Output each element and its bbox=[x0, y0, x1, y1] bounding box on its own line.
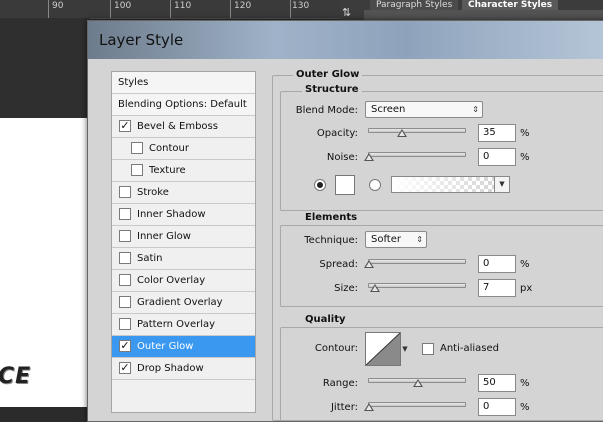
spread-slider[interactable] bbox=[368, 259, 466, 264]
size-slider[interactable] bbox=[368, 283, 466, 288]
noise-slider-thumb[interactable] bbox=[364, 153, 374, 161]
style-item-color-overlay[interactable]: Color Overlay bbox=[112, 270, 255, 292]
contour-label: Contour: bbox=[314, 343, 358, 354]
blend-mode-select[interactable]: Screen ⇕ bbox=[365, 101, 483, 118]
blend-mode-label: Blend Mode: bbox=[295, 105, 358, 116]
opacity-slider-thumb[interactable] bbox=[397, 129, 407, 137]
contour-curve-icon bbox=[366, 333, 400, 365]
styles-header[interactable]: Styles bbox=[112, 72, 255, 94]
styles-list: Styles Blending Options: Default ✓ Bevel… bbox=[111, 71, 256, 413]
size-input[interactable]: 7 bbox=[478, 279, 516, 297]
chevron-down-icon[interactable]: ▼ bbox=[494, 177, 509, 192]
tab-character-styles[interactable]: Character Styles bbox=[462, 0, 559, 10]
ruler-mark: 130 bbox=[292, 1, 310, 11]
solid-color-radio[interactable] bbox=[314, 179, 326, 191]
style-item-contour[interactable]: Contour bbox=[112, 138, 255, 160]
opacity-slider[interactable] bbox=[368, 128, 466, 133]
spread-label: Spread: bbox=[319, 259, 358, 270]
horizontal-ruler: 90 100 110 120 130 bbox=[0, 0, 340, 19]
spinner-arrows-icon: ⇕ bbox=[472, 105, 479, 114]
quality-title: Quality bbox=[302, 314, 349, 326]
tab-paragraph-styles[interactable]: Paragraph Styles bbox=[370, 0, 459, 10]
anti-aliased-label: Anti-aliased bbox=[440, 343, 500, 354]
spread-slider-thumb[interactable] bbox=[364, 260, 374, 268]
checkbox-texture[interactable] bbox=[131, 164, 143, 176]
dialog-content: Styles Blending Options: Default ✓ Bevel… bbox=[88, 59, 603, 421]
gradient-picker[interactable]: ▼ bbox=[391, 176, 510, 193]
ruler-mark: 100 bbox=[114, 1, 132, 11]
jitter-label: Jitter: bbox=[330, 402, 358, 413]
checkbox-gradient-overlay[interactable] bbox=[119, 296, 131, 308]
noise-unit: % bbox=[520, 152, 530, 163]
jitter-unit: % bbox=[520, 402, 530, 413]
contour-dropdown-icon[interactable]: ▼ bbox=[401, 332, 409, 366]
size-unit: px bbox=[520, 283, 533, 294]
style-item-gradient-overlay[interactable]: Gradient Overlay bbox=[112, 292, 255, 314]
structure-title: Structure bbox=[302, 84, 362, 96]
range-label: Range: bbox=[322, 378, 358, 389]
checkbox-bevel-emboss[interactable]: ✓ bbox=[119, 120, 131, 132]
opacity-unit: % bbox=[520, 128, 530, 139]
style-item-outer-glow[interactable]: ✓ Outer Glow bbox=[112, 336, 255, 358]
checkbox-pattern-overlay[interactable] bbox=[119, 318, 131, 330]
style-item-inner-glow[interactable]: Inner Glow bbox=[112, 226, 255, 248]
elements-title: Elements bbox=[302, 212, 361, 224]
style-item-stroke[interactable]: Stroke bbox=[112, 182, 255, 204]
canvas-dark-area bbox=[0, 18, 90, 118]
outer-glow-title: Outer Glow bbox=[293, 69, 363, 81]
contour-preview[interactable] bbox=[365, 332, 401, 366]
anti-aliased-checkbox[interactable] bbox=[422, 343, 434, 355]
noise-input[interactable]: 0 bbox=[478, 148, 516, 166]
style-item-satin[interactable]: Satin bbox=[112, 248, 255, 270]
spread-input[interactable]: 0 bbox=[478, 255, 516, 273]
glow-color-swatch[interactable] bbox=[335, 175, 355, 195]
checkbox-outer-glow[interactable]: ✓ bbox=[119, 340, 131, 352]
checkbox-satin[interactable] bbox=[119, 252, 131, 264]
style-item-inner-shadow[interactable]: Inner Shadow bbox=[112, 204, 255, 226]
style-item-bevel-emboss[interactable]: ✓ Bevel & Emboss bbox=[112, 116, 255, 138]
range-unit: % bbox=[520, 378, 530, 389]
opacity-label: Opacity: bbox=[316, 128, 358, 139]
spread-unit: % bbox=[520, 259, 530, 270]
ruler-mark: 120 bbox=[234, 1, 252, 11]
noise-slider[interactable] bbox=[368, 152, 466, 157]
ruler-mark: 110 bbox=[174, 1, 192, 11]
checkbox-stroke[interactable] bbox=[119, 186, 131, 198]
jitter-input[interactable]: 0 bbox=[478, 398, 516, 416]
technique-select[interactable]: Softer ⇕ bbox=[365, 231, 427, 248]
style-item-drop-shadow[interactable]: ✓ Drop Shadow bbox=[112, 358, 255, 380]
blending-options-item[interactable]: Blending Options: Default bbox=[112, 94, 255, 116]
ruler-mark: 90 bbox=[52, 1, 64, 11]
layer-style-dialog: Layer Style Styles Blending Options: Def… bbox=[87, 20, 603, 422]
size-label: Size: bbox=[334, 283, 358, 294]
checkbox-contour[interactable] bbox=[131, 142, 143, 154]
style-item-texture[interactable]: Texture bbox=[112, 160, 255, 182]
jitter-slider[interactable] bbox=[368, 402, 466, 407]
style-item-pattern-overlay[interactable]: Pattern Overlay bbox=[112, 314, 255, 336]
checkbox-inner-shadow[interactable] bbox=[119, 208, 131, 220]
dialog-title: Layer Style bbox=[99, 31, 184, 49]
checkbox-color-overlay[interactable] bbox=[119, 274, 131, 286]
canvas-logo-text: CE bbox=[0, 364, 32, 389]
range-slider-thumb[interactable] bbox=[413, 379, 423, 387]
size-slider-thumb[interactable] bbox=[370, 284, 380, 292]
checkbox-drop-shadow[interactable]: ✓ bbox=[119, 362, 131, 374]
dialog-titlebar[interactable]: Layer Style bbox=[88, 21, 603, 59]
spinner-arrows-icon: ⇕ bbox=[416, 235, 423, 244]
opacity-input[interactable]: 35 bbox=[478, 124, 516, 142]
checkbox-inner-glow[interactable] bbox=[119, 230, 131, 242]
gradient-radio[interactable] bbox=[369, 179, 381, 191]
jitter-slider-thumb[interactable] bbox=[364, 403, 374, 411]
panel-toggle-icon[interactable]: ⇅ bbox=[342, 6, 356, 20]
technique-label: Technique: bbox=[304, 235, 358, 246]
range-input[interactable]: 50 bbox=[478, 374, 516, 392]
noise-label: Noise: bbox=[326, 152, 358, 163]
